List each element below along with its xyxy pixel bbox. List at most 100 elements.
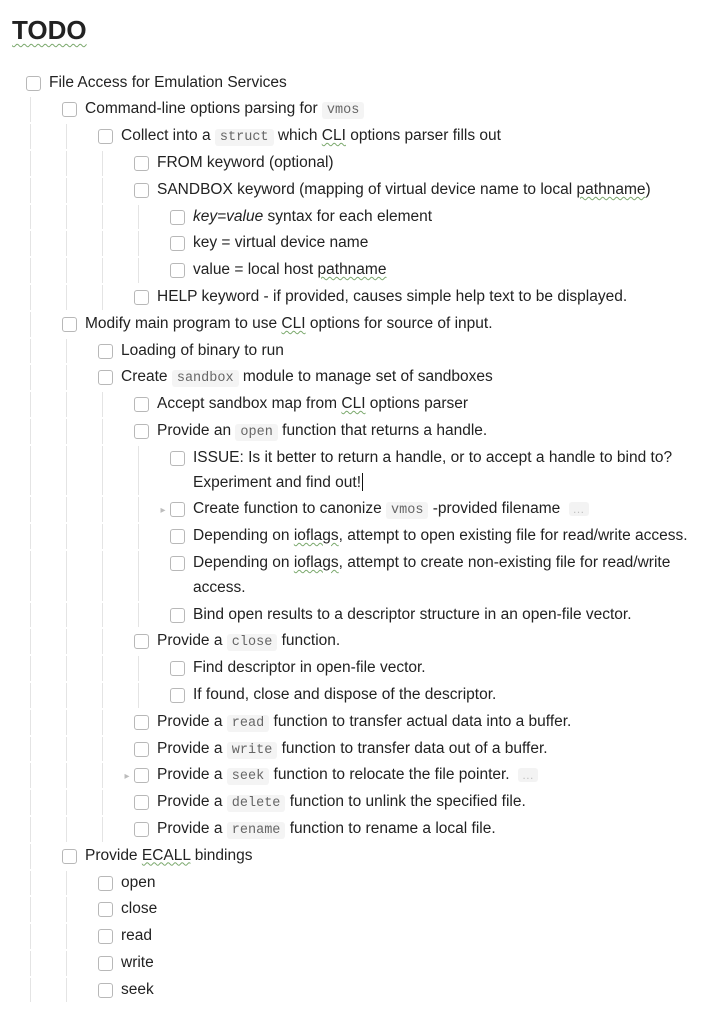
todo-item[interactable]: ISSUE: Is it better to return a handle, … [12, 445, 716, 497]
checkbox[interactable] [62, 317, 77, 332]
todo-item[interactable]: Provide a write function to transfer dat… [12, 736, 716, 763]
todo-item-label[interactable]: Modify main program to use CLI options f… [85, 312, 716, 337]
todo-item-label[interactable]: key = virtual device name [193, 231, 716, 256]
checkbox[interactable] [98, 929, 113, 944]
checkbox[interactable] [170, 529, 185, 544]
checkbox[interactable] [134, 290, 149, 305]
todo-item[interactable]: Provide a rename function to rename a lo… [12, 816, 716, 843]
todo-item-label[interactable]: seek [121, 978, 716, 1003]
checkbox[interactable] [134, 715, 149, 730]
todo-item-label[interactable]: File Access for Emulation Services [49, 71, 716, 96]
checkbox[interactable] [170, 688, 185, 703]
todo-item[interactable]: File Access for Emulation Services [12, 70, 716, 97]
todo-item-label[interactable]: Bind open results to a descriptor struct… [193, 603, 716, 628]
todo-item-label[interactable]: Loading of binary to run [121, 339, 716, 364]
todo-item[interactable]: ▸ Provide a seek function to relocate the… [12, 762, 716, 789]
todo-item-label[interactable]: close [121, 897, 716, 922]
todo-item[interactable]: value = local host pathname [12, 257, 716, 284]
todo-item-label[interactable]: Provide a read function to transfer actu… [157, 710, 716, 735]
checkbox[interactable] [62, 102, 77, 117]
todo-item-label[interactable]: Provide a seek function to relocate the … [157, 763, 716, 788]
checkbox[interactable] [170, 608, 185, 623]
todo-item[interactable]: Provide an open function that returns a … [12, 418, 716, 445]
todo-item[interactable]: Accept sandbox map from CLI options pars… [12, 391, 716, 418]
checkbox[interactable] [134, 768, 149, 783]
checkbox[interactable] [170, 661, 185, 676]
todo-item-label[interactable]: value = local host pathname [193, 258, 716, 283]
todo-item-label[interactable]: Provide a delete function to unlink the … [157, 790, 716, 815]
todo-item-label[interactable]: Find descriptor in open-file vector. [193, 656, 716, 681]
todo-item-label[interactable]: Accept sandbox map from CLI options pars… [157, 392, 716, 417]
todo-item[interactable]: Command-line options parsing for vmos [12, 96, 716, 123]
todo-item-label[interactable]: open [121, 871, 716, 896]
todo-item[interactable]: Find descriptor in open-file vector. [12, 655, 716, 682]
todo-item-label[interactable]: Depending on ioflags, attempt to create … [193, 551, 716, 601]
todo-item-label[interactable]: read [121, 924, 716, 949]
checkbox[interactable] [98, 129, 113, 144]
checkbox[interactable] [170, 502, 185, 517]
checkbox[interactable] [62, 849, 77, 864]
todo-item[interactable]: Provide a read function to transfer actu… [12, 709, 716, 736]
todo-item[interactable]: SANDBOX keyword (mapping of virtual devi… [12, 177, 716, 204]
todo-item[interactable]: read [12, 923, 716, 950]
checkbox[interactable] [170, 556, 185, 571]
todo-item-label[interactable]: Provide ECALL bindings [85, 844, 716, 869]
checkbox[interactable] [98, 876, 113, 891]
todo-item-label[interactable]: If found, close and dispose of the descr… [193, 683, 716, 708]
todo-item[interactable]: open [12, 870, 716, 897]
todo-item[interactable]: Collect into a struct which CLI options … [12, 123, 716, 150]
checkbox[interactable] [170, 263, 185, 278]
todo-item[interactable]: seek [12, 977, 716, 1004]
todo-item[interactable]: Provide ECALL bindings [12, 843, 716, 870]
ellipsis-icon[interactable]: … [518, 768, 538, 782]
checkbox[interactable] [134, 742, 149, 757]
todo-item[interactable]: write [12, 950, 716, 977]
chevron-right-icon[interactable]: ▸ [120, 769, 134, 785]
todo-item-label[interactable]: Provide a rename function to rename a lo… [157, 817, 716, 842]
checkbox[interactable] [134, 397, 149, 412]
todo-item[interactable]: key = virtual device name [12, 230, 716, 257]
todo-item-label[interactable]: HELP keyword - if provided, causes simpl… [157, 285, 716, 310]
todo-item[interactable]: Depending on ioflags, attempt to create … [12, 550, 716, 602]
checkbox[interactable] [170, 210, 185, 225]
todo-item[interactable]: Provide a delete function to unlink the … [12, 789, 716, 816]
todo-item[interactable]: ▸ Create function to canonize vmos -provi… [12, 496, 716, 523]
checkbox[interactable] [26, 76, 41, 91]
todo-item-label[interactable]: Provide a write function to transfer dat… [157, 737, 716, 762]
checkbox[interactable] [98, 370, 113, 385]
checkbox[interactable] [98, 902, 113, 917]
checkbox[interactable] [98, 956, 113, 971]
todo-item[interactable]: Loading of binary to run [12, 338, 716, 365]
todo-item-label[interactable]: write [121, 951, 716, 976]
ellipsis-icon[interactable]: … [569, 502, 589, 516]
todo-item[interactable]: HELP keyword - if provided, causes simpl… [12, 284, 716, 311]
todo-item-label[interactable]: Provide an open function that returns a … [157, 419, 716, 444]
todo-item-label[interactable]: Create sandbox module to manage set of s… [121, 365, 716, 390]
todo-item-label[interactable]: SANDBOX keyword (mapping of virtual devi… [157, 178, 716, 203]
checkbox[interactable] [134, 634, 149, 649]
todo-item-label[interactable]: key=value syntax for each element [193, 205, 716, 230]
chevron-right-icon[interactable]: ▸ [156, 503, 170, 519]
todo-item[interactable]: Modify main program to use CLI options f… [12, 311, 716, 338]
checkbox[interactable] [170, 451, 185, 466]
todo-item[interactable]: FROM keyword (optional) [12, 150, 716, 177]
todo-item-label[interactable]: FROM keyword (optional) [157, 151, 716, 176]
checkbox[interactable] [98, 983, 113, 998]
todo-item-label[interactable]: ISSUE: Is it better to return a handle, … [193, 446, 716, 496]
todo-item[interactable]: Bind open results to a descriptor struct… [12, 602, 716, 629]
checkbox[interactable] [134, 156, 149, 171]
checkbox[interactable] [134, 183, 149, 198]
todo-item-label[interactable]: Create function to canonize vmos -provid… [193, 497, 716, 522]
todo-item[interactable]: close [12, 896, 716, 923]
todo-item-label[interactable]: Collect into a struct which CLI options … [121, 124, 716, 149]
todo-item[interactable]: key=value syntax for each element [12, 204, 716, 231]
checkbox[interactable] [98, 344, 113, 359]
checkbox[interactable] [134, 795, 149, 810]
todo-item-label[interactable]: Command-line options parsing for vmos [85, 97, 716, 122]
todo-item[interactable]: Depending on ioflags, attempt to open ex… [12, 523, 716, 550]
todo-item-label[interactable]: Provide a close function. [157, 629, 716, 654]
todo-item[interactable]: Provide a close function. [12, 628, 716, 655]
checkbox[interactable] [134, 822, 149, 837]
checkbox[interactable] [134, 424, 149, 439]
todo-item[interactable]: If found, close and dispose of the descr… [12, 682, 716, 709]
